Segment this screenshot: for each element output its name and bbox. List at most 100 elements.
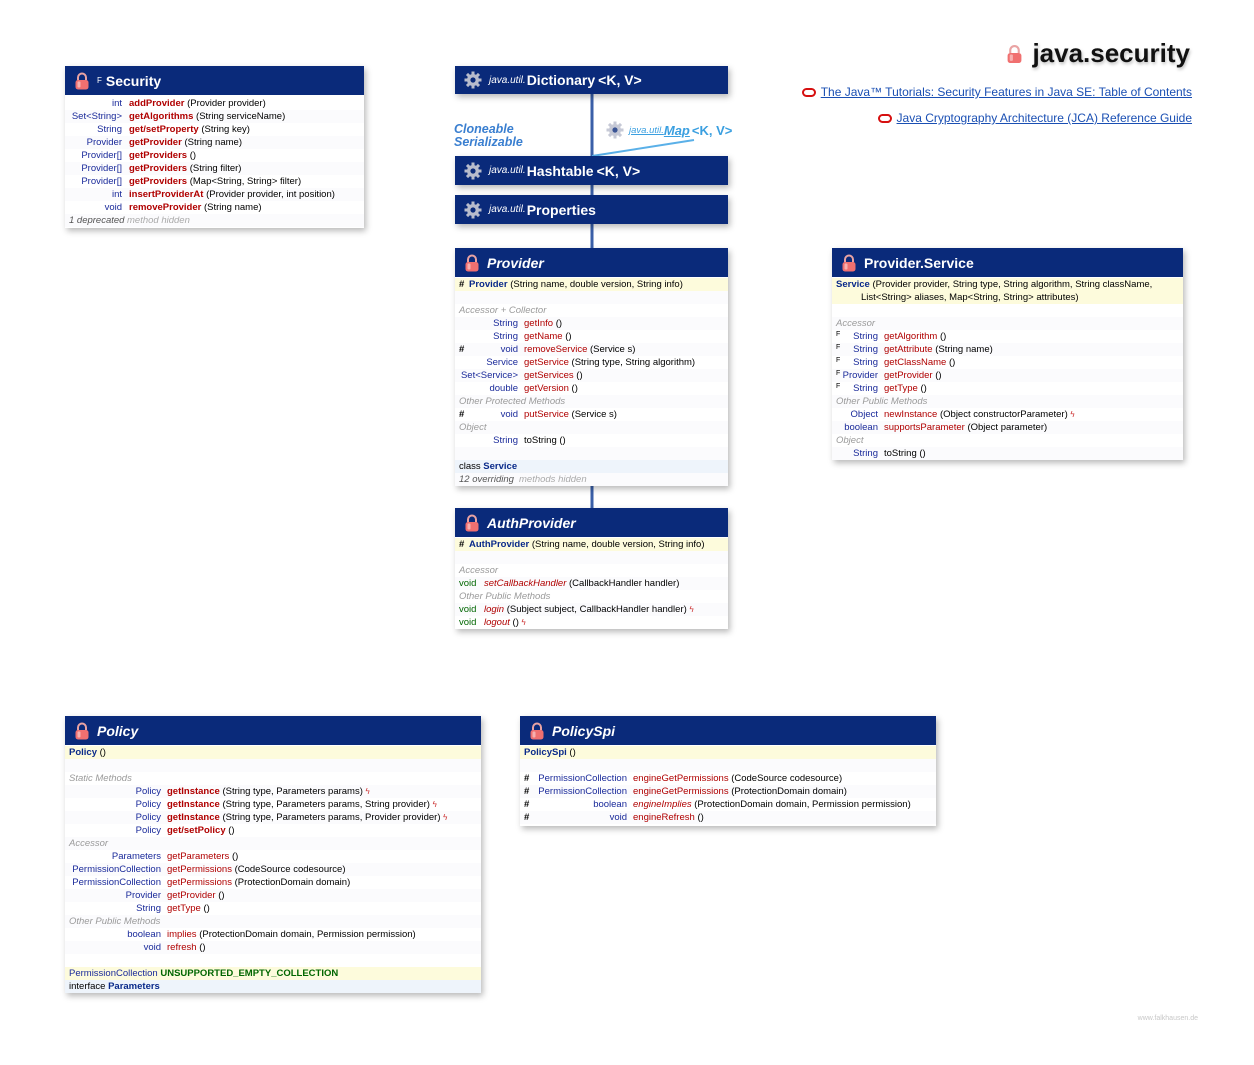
method-row[interactable]: Policy getInstance (String type, Paramete… xyxy=(65,798,481,811)
method-row[interactable]: void refresh () xyxy=(65,941,481,954)
policy-class[interactable]: Policy Policy () Static Methods Policy ge… xyxy=(65,716,481,993)
method-args: (String filter) xyxy=(189,163,242,174)
method-row[interactable]: int addProvider (Provider provider) xyxy=(65,97,364,110)
map-interface[interactable]: java.util. Map <K, V> xyxy=(606,121,732,139)
policy-name: Policy xyxy=(97,722,139,739)
section-accessor: Accessor xyxy=(836,318,876,329)
throws-icon: ϟ xyxy=(1070,410,1075,419)
constant-row[interactable]: PermissionCollection UNSUPPORTED_EMPTY_C… xyxy=(65,967,481,980)
method-row[interactable]: void removeProvider (String name) xyxy=(65,201,364,214)
method-name: getPermissions xyxy=(167,864,232,875)
hashtable-map-edge xyxy=(591,139,695,157)
return-type: String xyxy=(853,357,878,368)
doc-link-jca[interactable]: Java Cryptography Architecture (JCA) Ref… xyxy=(897,111,1192,125)
return-type: boolean xyxy=(844,422,878,433)
method-row[interactable]: # PermissionCollection engineGetPermission… xyxy=(520,785,936,798)
method-args: (String name) xyxy=(203,202,262,213)
method-row[interactable]: # void putService (Service s) xyxy=(455,408,728,421)
method-row[interactable]: Provider getProvider () xyxy=(65,889,481,902)
method-args: () xyxy=(199,942,206,953)
return-type: void xyxy=(609,812,627,823)
method-row[interactable]: PermissionCollection getPermissions (Code… xyxy=(65,863,481,876)
provider-name: Provider xyxy=(487,254,544,271)
authprovider-class[interactable]: AuthProvider # AuthProvider (String name,… xyxy=(455,508,728,629)
method-row[interactable]: Provider[] getProviders (String filter) xyxy=(65,162,364,175)
method-row[interactable]: # void engineRefresh () xyxy=(520,811,936,824)
method-row[interactable]: F String getAlgorithm () xyxy=(832,330,1183,343)
method-row[interactable]: boolean supportsParameter (Object paramet… xyxy=(832,421,1183,434)
provider-class[interactable]: Provider # Provider (String name, double … xyxy=(455,248,728,486)
hashtable-class[interactable]: java.util. Hashtable <K, V> xyxy=(455,156,728,185)
method-row[interactable]: Object newInstance (Object constructorPar… xyxy=(832,408,1183,421)
method-row[interactable]: Parameters getParameters () xyxy=(65,850,481,863)
authprovider-name: AuthProvider xyxy=(487,514,576,531)
method-row[interactable]: String getName () xyxy=(455,330,728,343)
method-row[interactable]: PermissionCollection getPermissions (Prot… xyxy=(65,876,481,889)
method-row[interactable]: boolean implies (ProtectionDomain domain,… xyxy=(65,928,481,941)
method-row[interactable]: String toString () xyxy=(455,434,728,447)
method-row[interactable]: String getInfo () xyxy=(455,317,728,330)
return-type: String xyxy=(853,331,878,342)
constructor-row[interactable]: # Provider (String name, double version, … xyxy=(455,278,728,291)
method-row[interactable]: void setCallbackHandler (CallbackHandler … xyxy=(455,577,728,590)
method-row[interactable]: # void removeService (Service s) xyxy=(455,343,728,356)
properties-class[interactable]: java.util. Properties xyxy=(455,195,728,224)
method-row[interactable]: void login (Subject subject, CallbackHand… xyxy=(455,603,728,616)
method-row[interactable]: String toString () xyxy=(832,447,1183,460)
section-object: Object xyxy=(459,422,487,433)
method-row[interactable]: Provider getProvider (String name) xyxy=(65,136,364,149)
policyspi-name: PolicySpi xyxy=(552,722,616,739)
policyspi-class[interactable]: PolicySpi PolicySpi () # PermissionCollec… xyxy=(520,716,936,826)
dictionary-class[interactable]: java.util. Dictionary <K, V> xyxy=(455,66,728,94)
hashtable-generics: <K, V> xyxy=(596,162,641,179)
method-name: getInfo xyxy=(524,318,554,329)
doc-link-tutorials[interactable]: The Java™ Tutorials: Security Features i… xyxy=(821,85,1192,99)
method-row[interactable]: void logout () ϟ xyxy=(455,616,728,629)
interfaces-label: Cloneable Serializable xyxy=(454,123,523,149)
method-args: (String key) xyxy=(201,124,250,135)
constructor-row[interactable]: Service (Provider provider, String type,… xyxy=(832,278,1183,291)
method-row[interactable]: Policy get/setPolicy () xyxy=(65,824,481,837)
spacer xyxy=(455,447,728,460)
method-row[interactable]: String get/setProperty (String key) xyxy=(65,123,364,136)
return-type: Policy xyxy=(135,799,161,810)
method-name: getInstance xyxy=(167,799,220,810)
method-name: engineGetPermissions xyxy=(633,786,729,797)
return-type: Policy xyxy=(135,786,161,797)
constructor-args: (String name, double version, String inf… xyxy=(510,279,683,290)
method-row[interactable]: Policy getInstance (String type, Paramete… xyxy=(65,785,481,798)
method-name: getParameters xyxy=(167,851,230,862)
method-row[interactable]: F String getAttribute (String name) xyxy=(832,343,1183,356)
method-name: getAlgorithm xyxy=(884,331,938,342)
method-name: refresh xyxy=(167,942,197,953)
method-row[interactable]: Provider[] getProviders (Map<String, Stri… xyxy=(65,175,364,188)
method-row[interactable]: F String getType () xyxy=(832,382,1183,395)
return-type: void xyxy=(143,942,161,953)
nested-interface-row[interactable]: interface Parameters xyxy=(65,980,481,993)
method-row[interactable]: String getType () xyxy=(65,902,481,915)
method-row[interactable]: int insertProviderAt (Provider provider, … xyxy=(65,188,364,201)
return-type: PermissionCollection xyxy=(538,786,627,797)
constructor-row[interactable]: PolicySpi () xyxy=(520,746,936,759)
return-type: boolean xyxy=(127,929,161,940)
method-row[interactable]: # PermissionCollection engineGetPermission… xyxy=(520,772,936,785)
method-row[interactable]: Policy getInstance (String type, Paramete… xyxy=(65,811,481,824)
method-row[interactable]: # boolean engineImplies (ProtectionDomain … xyxy=(520,798,936,811)
provider-service-class[interactable]: Provider.Service Service (Provider provi… xyxy=(832,248,1183,460)
lock-icon xyxy=(464,254,480,272)
constructor-row[interactable]: Policy () xyxy=(65,746,481,759)
method-row[interactable]: Service getService (String type, String a… xyxy=(455,356,728,369)
method-name: getProviders xyxy=(129,150,188,161)
method-args: (ProtectionDomain domain, Permission per… xyxy=(694,799,911,810)
method-row[interactable]: F Provider getProvider () xyxy=(832,369,1183,382)
method-args: (CallbackHandler handler) xyxy=(569,578,680,589)
method-args: (String name) xyxy=(184,137,242,148)
security-class[interactable]: F Security int addProvider (Provider provi… xyxy=(65,66,364,228)
constructor-row[interactable]: # AuthProvider (String name, double versi… xyxy=(455,538,728,551)
method-row[interactable]: F String getClassName () xyxy=(832,356,1183,369)
method-row[interactable]: Provider[] getProviders () xyxy=(65,149,364,162)
method-row[interactable]: double getVersion () xyxy=(455,382,728,395)
method-row[interactable]: Set<String> getAlgorithms (String service… xyxy=(65,110,364,123)
method-row[interactable]: Set<Service> getServices () xyxy=(455,369,728,382)
nested-class-row[interactable]: class Service xyxy=(455,460,728,473)
